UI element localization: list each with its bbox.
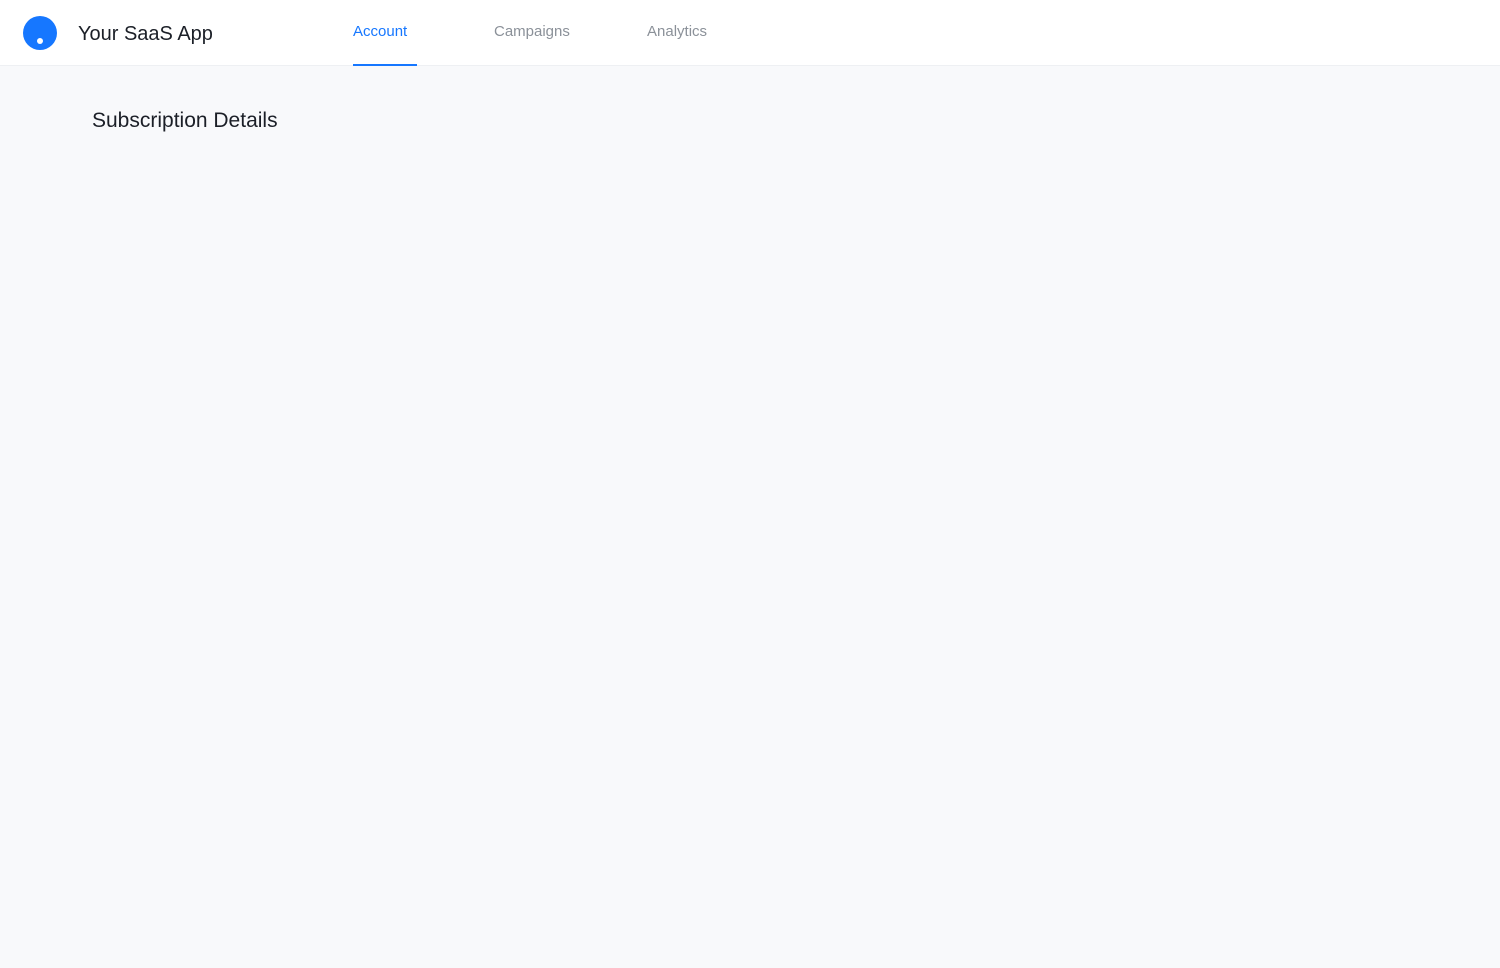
top-navigation-bar: Your SaaS App Account Campaigns Analytic… [0,0,1500,66]
tab-account[interactable]: Account [353,0,417,66]
logo-dot [37,38,43,44]
app-logo-icon[interactable] [23,16,57,50]
tab-analytics[interactable]: Analytics [647,0,727,66]
page-title: Subscription Details [92,109,278,132]
app-name[interactable]: Your SaaS App [78,21,213,47]
tab-campaigns[interactable]: Campaigns [494,0,584,66]
